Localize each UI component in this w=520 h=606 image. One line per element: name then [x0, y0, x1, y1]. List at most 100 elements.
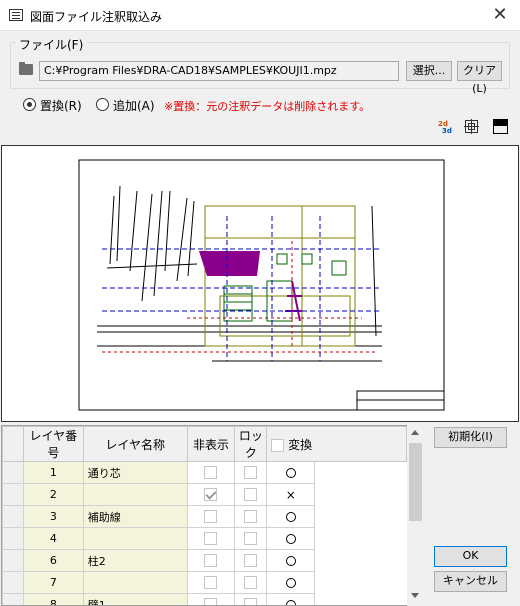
table-row[interactable]: 8 壁1: [2, 593, 407, 605]
layer-name-cell[interactable]: 補助線: [82, 505, 188, 528]
convert-on-icon: [285, 556, 296, 566]
row-header[interactable]: [2, 483, 24, 506]
2d-3d-icon[interactable]: 2d 3d: [438, 119, 454, 135]
initialize-button[interactable]: 初期化(I): [434, 427, 507, 448]
table-row[interactable]: 7: [2, 571, 407, 594]
convert-cell[interactable]: [266, 593, 316, 605]
layer-name-cell[interactable]: [82, 527, 188, 550]
hide-cell: [186, 505, 236, 528]
convert-cell[interactable]: [266, 527, 316, 550]
header-hide: 非表示: [186, 426, 236, 462]
hide-cell: [186, 593, 236, 605]
row-header[interactable]: [2, 571, 24, 594]
empty-cell: [314, 571, 407, 594]
table-row[interactable]: 1 通り芯: [2, 461, 407, 484]
lock-cell: [234, 549, 268, 572]
table-row[interactable]: 3 補助線: [2, 505, 407, 528]
empty-cell: [314, 527, 407, 550]
layer-number-cell: 2: [22, 483, 84, 506]
layer-name-cell[interactable]: 通り芯: [82, 461, 188, 484]
convert-cell[interactable]: [266, 461, 316, 484]
add-radio[interactable]: [96, 98, 109, 111]
empty-cell: [314, 505, 407, 528]
lock-checkbox[interactable]: [244, 488, 258, 502]
hide-checkbox[interactable]: [204, 532, 218, 546]
convert-cell[interactable]: ×: [266, 483, 316, 506]
convert-on-icon: [285, 512, 296, 522]
select-file-button[interactable]: 選択...: [406, 61, 452, 81]
hide-checkbox[interactable]: [204, 488, 218, 502]
layer-number-cell: 8: [22, 593, 84, 605]
replace-radio-label[interactable]: 置換(R): [40, 97, 82, 114]
display-mode-icon[interactable]: [493, 119, 508, 134]
row-header[interactable]: [2, 527, 24, 550]
scroll-up-arrow-icon[interactable]: [411, 430, 419, 435]
lock-checkbox[interactable]: [244, 510, 258, 524]
hide-checkbox[interactable]: [204, 576, 218, 590]
layer-name-cell[interactable]: 壁1: [82, 593, 188, 605]
empty-cell: [314, 549, 407, 572]
layer-number-cell: 4: [22, 527, 84, 550]
lock-cell: [234, 483, 268, 506]
convert-cell[interactable]: [266, 505, 316, 528]
layer-name-cell[interactable]: [82, 571, 188, 594]
replace-radio[interactable]: [23, 98, 36, 111]
lock-cell: [234, 505, 268, 528]
ok-button[interactable]: OK: [434, 546, 507, 567]
convert-cell[interactable]: [266, 549, 316, 572]
hide-cell: [186, 483, 236, 506]
lock-cell: [234, 527, 268, 550]
row-header[interactable]: [2, 461, 24, 484]
file-group-label: ファイル(F): [16, 36, 87, 53]
convert-cell[interactable]: [266, 571, 316, 594]
close-button[interactable]: ✕: [480, 0, 520, 31]
row-header[interactable]: [2, 505, 24, 528]
table-row[interactable]: 4: [2, 527, 407, 550]
convert-on-icon: [285, 578, 296, 588]
title-bar: 図面ファイル注釈取込み ✕: [0, 0, 520, 31]
hide-checkbox[interactable]: [204, 554, 218, 568]
hide-checkbox[interactable]: [204, 510, 218, 524]
drawing-preview[interactable]: [1, 145, 519, 422]
convert-on-icon: [285, 534, 296, 544]
layer-number-cell: 3: [22, 505, 84, 528]
layer-number-cell: 6: [22, 549, 84, 572]
lock-checkbox[interactable]: [244, 576, 258, 590]
row-header[interactable]: [2, 593, 24, 605]
clear-button[interactable]: クリア(L): [457, 61, 502, 95]
folder-icon: [19, 62, 33, 75]
hide-cell: [186, 527, 236, 550]
scroll-thumb[interactable]: [409, 443, 422, 521]
target-icon[interactable]: [464, 119, 479, 134]
table-scrollbar[interactable]: [407, 425, 424, 606]
lock-checkbox[interactable]: [244, 598, 258, 605]
convert-all-checkbox[interactable]: [271, 438, 285, 452]
svg-text:3d: 3d: [442, 127, 452, 133]
layer-name-cell[interactable]: 柱2: [82, 549, 188, 572]
add-radio-label[interactable]: 追加(A): [113, 97, 155, 114]
file-path-field[interactable]: C:¥Program Files¥DRA-CAD18¥SAMPLES¥KOUJI…: [39, 61, 399, 81]
convert-on-icon: [285, 600, 296, 605]
empty-cell: [314, 593, 407, 605]
table-row[interactable]: 2 ×: [2, 483, 407, 506]
row-header[interactable]: [2, 549, 24, 572]
hide-cell: [186, 571, 236, 594]
header-layer-number: レイヤ番号: [22, 426, 84, 462]
lock-checkbox[interactable]: [244, 466, 258, 480]
cad-drawing: [78, 159, 445, 411]
lock-cell: [234, 593, 268, 605]
lock-checkbox[interactable]: [244, 554, 258, 568]
header-lock: ロック: [234, 426, 268, 462]
empty-cell: [314, 461, 407, 484]
header-convert-label: 変換: [288, 437, 313, 452]
empty-cell: [314, 483, 407, 506]
lock-checkbox[interactable]: [244, 532, 258, 546]
cancel-button[interactable]: キャンセル: [434, 571, 507, 592]
hide-checkbox[interactable]: [204, 598, 218, 605]
table-row[interactable]: 6 柱2: [2, 549, 407, 572]
scroll-down-arrow-icon[interactable]: [411, 593, 419, 598]
layer-name-cell[interactable]: [82, 483, 188, 506]
window-title: 図面ファイル注釈取込み: [30, 10, 163, 24]
hide-checkbox[interactable]: [204, 466, 218, 480]
table-header: レイヤ番号 レイヤ名称 非表示 ロック 変換: [2, 426, 407, 462]
